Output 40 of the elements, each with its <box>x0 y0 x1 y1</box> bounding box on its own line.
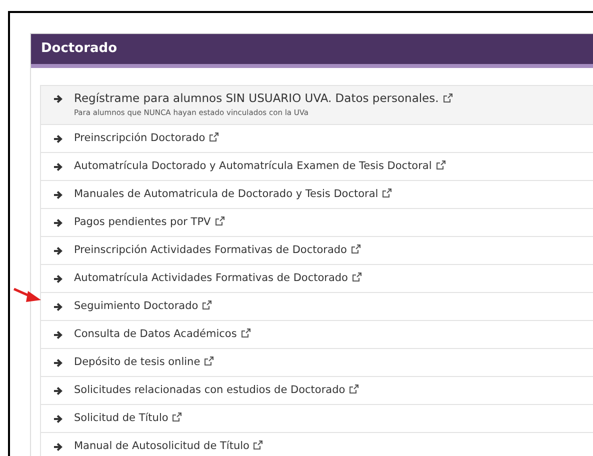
link[interactable]: Preinscripción Doctorado <box>74 132 206 144</box>
link[interactable]: Solicitud de Título <box>74 412 168 424</box>
link[interactable]: Automatrícula Actividades Formativas de Doctorado <box>74 272 348 284</box>
external-link-icon <box>253 440 264 450</box>
external-link-icon <box>349 384 360 394</box>
link[interactable]: Manuales de Automatricula de Doctorado y Tesis Doctoral <box>74 188 378 200</box>
external-link-icon <box>351 244 361 254</box>
arrow-right-icon <box>53 246 63 256</box>
external-link-icon <box>436 160 446 170</box>
arrow-right-icon <box>53 190 63 200</box>
link[interactable]: Seguimiento Doctorado <box>74 300 198 312</box>
arrow-right-icon <box>53 414 63 424</box>
link[interactable]: Preinscripción Actividades Formativas de Doctorado <box>74 244 347 256</box>
external-link-icon <box>172 412 182 422</box>
external-link-icon <box>209 132 220 142</box>
arrow-right-icon <box>53 386 63 396</box>
link[interactable]: Regístrame para alumnos SIN USUARIO UVA. Datos personales. <box>74 90 439 104</box>
arrow-right-icon <box>53 134 63 144</box>
arrow-right-icon <box>53 330 63 340</box>
link[interactable]: Manual de Autosolicitud de Título <box>74 440 250 452</box>
arrow-right-icon <box>53 274 63 284</box>
arrow-right-icon <box>53 218 63 228</box>
arrow-right-icon <box>53 94 63 104</box>
external-link-icon <box>240 328 251 338</box>
link[interactable]: Automatrícula Doctorado y Automatrícula Examen de Tesis Doctoral <box>74 160 432 172</box>
external-link-icon <box>204 356 214 366</box>
arrow-right-icon <box>53 302 63 312</box>
link[interactable]: Consulta de Datos Académicos <box>74 328 237 340</box>
external-link-icon <box>382 188 392 198</box>
panel-title: Doctorado <box>41 41 117 56</box>
external-link-icon <box>442 92 453 102</box>
link[interactable]: Pagos pendientes por TPV <box>74 216 211 228</box>
arrow-right-icon <box>53 162 63 172</box>
external-link-icon <box>202 300 212 310</box>
arrow-right-icon <box>53 358 63 368</box>
arrow-right-icon <box>53 442 63 452</box>
external-link-icon <box>352 272 362 282</box>
link[interactable]: Solicitudes relacionadas con estudios de Doctorado <box>74 384 346 396</box>
external-link-icon <box>214 216 225 226</box>
link[interactable]: Depósito de tesis online <box>74 356 200 368</box>
